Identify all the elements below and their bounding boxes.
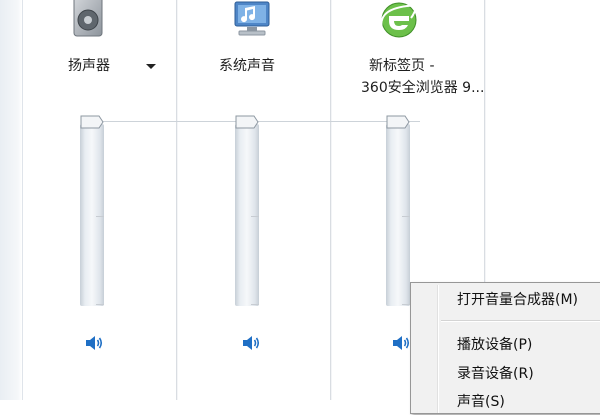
speaker-device-icon[interactable] xyxy=(70,0,106,38)
device-dropdown-icon[interactable] xyxy=(146,64,156,69)
channel-label: 扬声器 xyxy=(68,58,110,74)
menu-item-sounds[interactable]: 声音(S) xyxy=(413,389,600,415)
menu-item-recording-devices[interactable]: 录音设备(R) xyxy=(413,361,600,387)
channel-label: 系统声音 xyxy=(219,58,275,74)
slider-tick xyxy=(402,304,410,305)
mute-toggle-speaker-icon[interactable] xyxy=(84,334,104,352)
slider-tick xyxy=(96,216,104,217)
menu-separator xyxy=(441,320,600,321)
slider-tick xyxy=(251,304,259,305)
volume-slider-track[interactable] xyxy=(80,124,104,306)
mute-toggle-speaker-icon[interactable] xyxy=(241,334,261,352)
slider-tick xyxy=(96,304,104,305)
volume-slider-thumb[interactable] xyxy=(80,115,104,129)
channel-speakers: 扬声器 xyxy=(22,0,176,400)
context-menu: 打开音量合成器(M) 播放设备(P) 录音设备(R) 声音(S) xyxy=(410,282,600,414)
volume-slider-thumb[interactable] xyxy=(235,115,259,129)
channel-label: 新标签页 - 360安全浏览器 9... xyxy=(361,58,485,96)
slider-tick xyxy=(251,216,259,217)
mute-toggle-speaker-icon[interactable] xyxy=(391,334,411,352)
window-left-edge xyxy=(0,0,23,400)
channel-system-sounds: 系统声音 xyxy=(177,0,330,400)
system-sounds-icon[interactable] xyxy=(229,0,275,40)
volume-slider-track[interactable] xyxy=(386,124,410,306)
volume-slider-thumb[interactable] xyxy=(386,115,410,129)
ie-browser-icon[interactable] xyxy=(377,0,421,40)
menu-item-playback-devices[interactable]: 播放设备(P) xyxy=(413,332,600,358)
menu-item-open-volume-mixer[interactable]: 打开音量合成器(M) xyxy=(413,287,600,313)
volume-slider-track[interactable] xyxy=(235,124,259,306)
slider-tick xyxy=(402,216,410,217)
